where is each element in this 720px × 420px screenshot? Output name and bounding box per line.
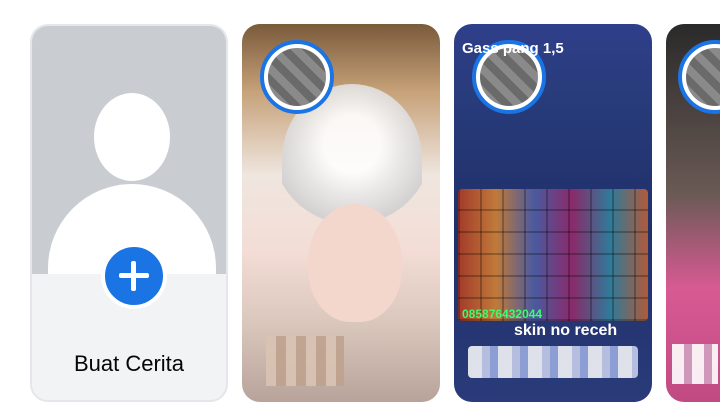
story-card[interactable]: Gass pang 1,5 085876432044 skin no receh bbox=[454, 24, 652, 402]
story-thumbnail bbox=[458, 189, 648, 321]
stories-strip: Buat Cerita Gass pang 1,5 085876432044 s… bbox=[0, 0, 720, 420]
story-avatar-ring bbox=[678, 40, 720, 114]
story-overlay-phone: 085876432044 bbox=[462, 307, 543, 321]
create-story-card[interactable]: Buat Cerita bbox=[30, 24, 228, 402]
avatar-placeholder-area bbox=[32, 26, 226, 324]
story-overlay-caption: skin no receh bbox=[514, 322, 618, 339]
story-author-name-blurred bbox=[672, 344, 718, 384]
create-story-label: Buat Cerita bbox=[73, 351, 185, 376]
avatar bbox=[268, 48, 326, 106]
story-thumbnail-face bbox=[308, 204, 402, 322]
plus-icon[interactable] bbox=[101, 243, 167, 309]
user-silhouette-icon bbox=[94, 93, 170, 181]
story-card[interactable] bbox=[242, 24, 440, 402]
story-author-name-blurred bbox=[468, 346, 638, 378]
story-overlay-title: Gass pang 1,5 bbox=[462, 40, 564, 57]
story-card[interactable] bbox=[666, 24, 720, 402]
avatar bbox=[686, 48, 720, 106]
story-author-name-blurred bbox=[266, 336, 344, 386]
story-avatar-ring bbox=[260, 40, 334, 114]
